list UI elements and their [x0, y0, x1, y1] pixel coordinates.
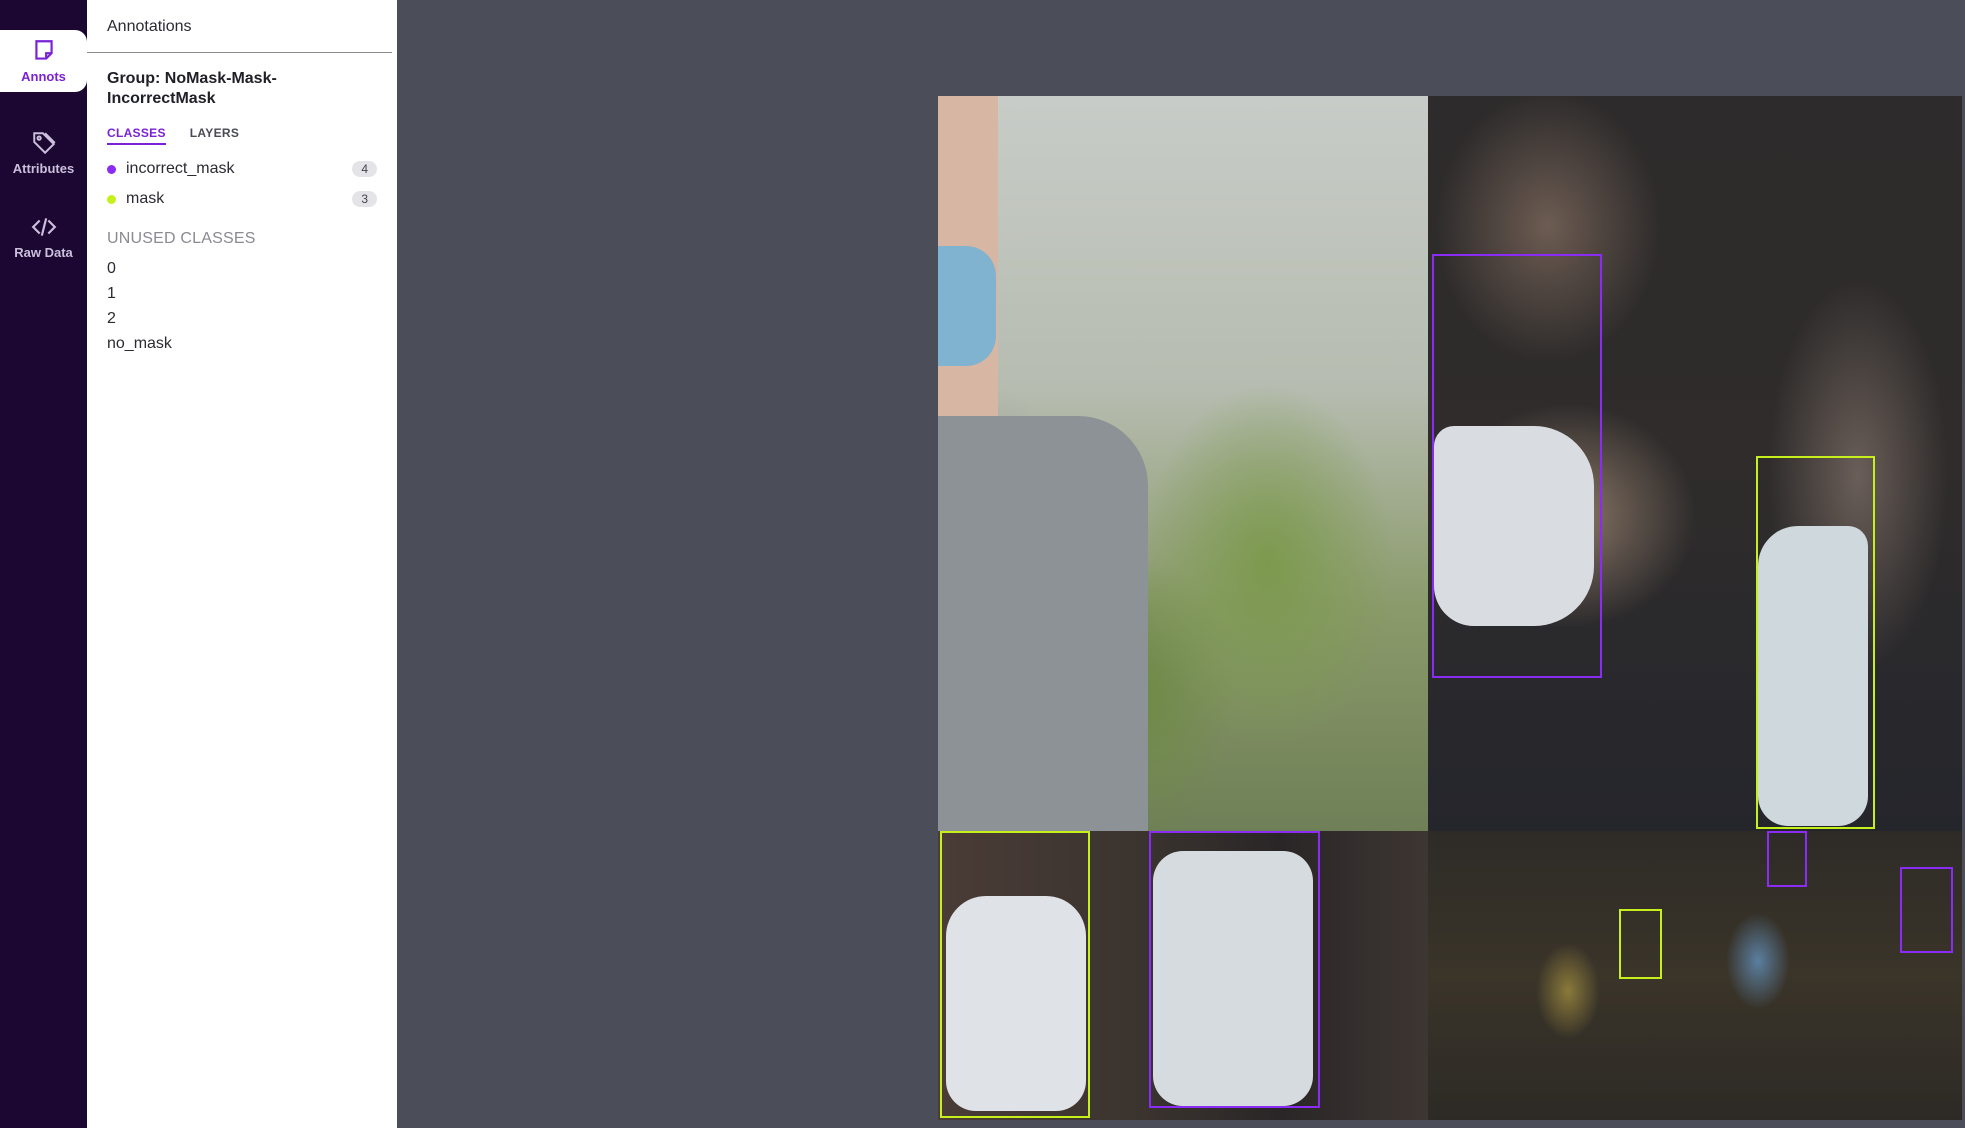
panel-tabs: CLASSES LAYERS: [107, 126, 239, 145]
unused-classes-title: UNUSED CLASSES: [107, 230, 256, 247]
divider: [87, 52, 392, 53]
sticky-note-icon: [34, 40, 53, 60]
class-count-badge: 3: [352, 191, 377, 207]
rail-item-label: Attributes: [12, 161, 75, 176]
image-tile-top-left-shirt: [938, 416, 1148, 831]
rail-item-attributes[interactable]: Attributes: [0, 112, 87, 194]
unused-class-item[interactable]: 2: [107, 310, 116, 328]
bbox-mask[interactable]: [1619, 909, 1662, 979]
rail-item-annots[interactable]: Annots: [0, 30, 87, 92]
class-color-dot: [107, 164, 116, 174]
bbox-incorrect-mask[interactable]: [1432, 254, 1602, 678]
annotations-panel: Annotations Group: NoMask-Mask-Incorrect…: [87, 0, 397, 1128]
unused-class-item[interactable]: no_mask: [107, 335, 172, 353]
group-title: Group: NoMask-Mask-IncorrectMask: [107, 70, 277, 107]
bbox-incorrect-mask[interactable]: [1900, 867, 1953, 953]
class-row-mask[interactable]: mask 3: [107, 188, 377, 210]
panel-title: Annotations: [107, 18, 192, 35]
rail-item-label: Annots: [21, 69, 66, 84]
tab-layers[interactable]: LAYERS: [190, 126, 239, 145]
class-count-badge: 4: [352, 161, 377, 177]
class-color-dot: [107, 194, 116, 204]
rail-item-label: Raw Data: [14, 245, 73, 260]
class-name: incorrect_mask: [126, 160, 235, 177]
class-name: mask: [126, 190, 165, 207]
tag-icon: [32, 132, 56, 155]
image-tile-top-left-mask: [938, 246, 996, 366]
annotated-image[interactable]: [938, 96, 1962, 1120]
unused-class-item[interactable]: 1: [107, 285, 116, 303]
bbox-incorrect-mask[interactable]: [1149, 831, 1320, 1108]
unused-class-item[interactable]: 0: [107, 260, 116, 278]
tab-classes[interactable]: CLASSES: [107, 126, 166, 145]
bbox-incorrect-mask[interactable]: [1767, 831, 1807, 887]
rail-item-raw-data[interactable]: Raw Data: [0, 196, 87, 278]
bbox-mask[interactable]: [940, 831, 1090, 1118]
image-tile-bottom-right: [1428, 831, 1962, 1120]
class-row-incorrect-mask[interactable]: incorrect_mask 4: [107, 158, 377, 180]
nav-rail: Annots Attributes Raw Data: [0, 0, 87, 1128]
bbox-mask[interactable]: [1756, 456, 1875, 829]
code-icon: [31, 218, 56, 236]
